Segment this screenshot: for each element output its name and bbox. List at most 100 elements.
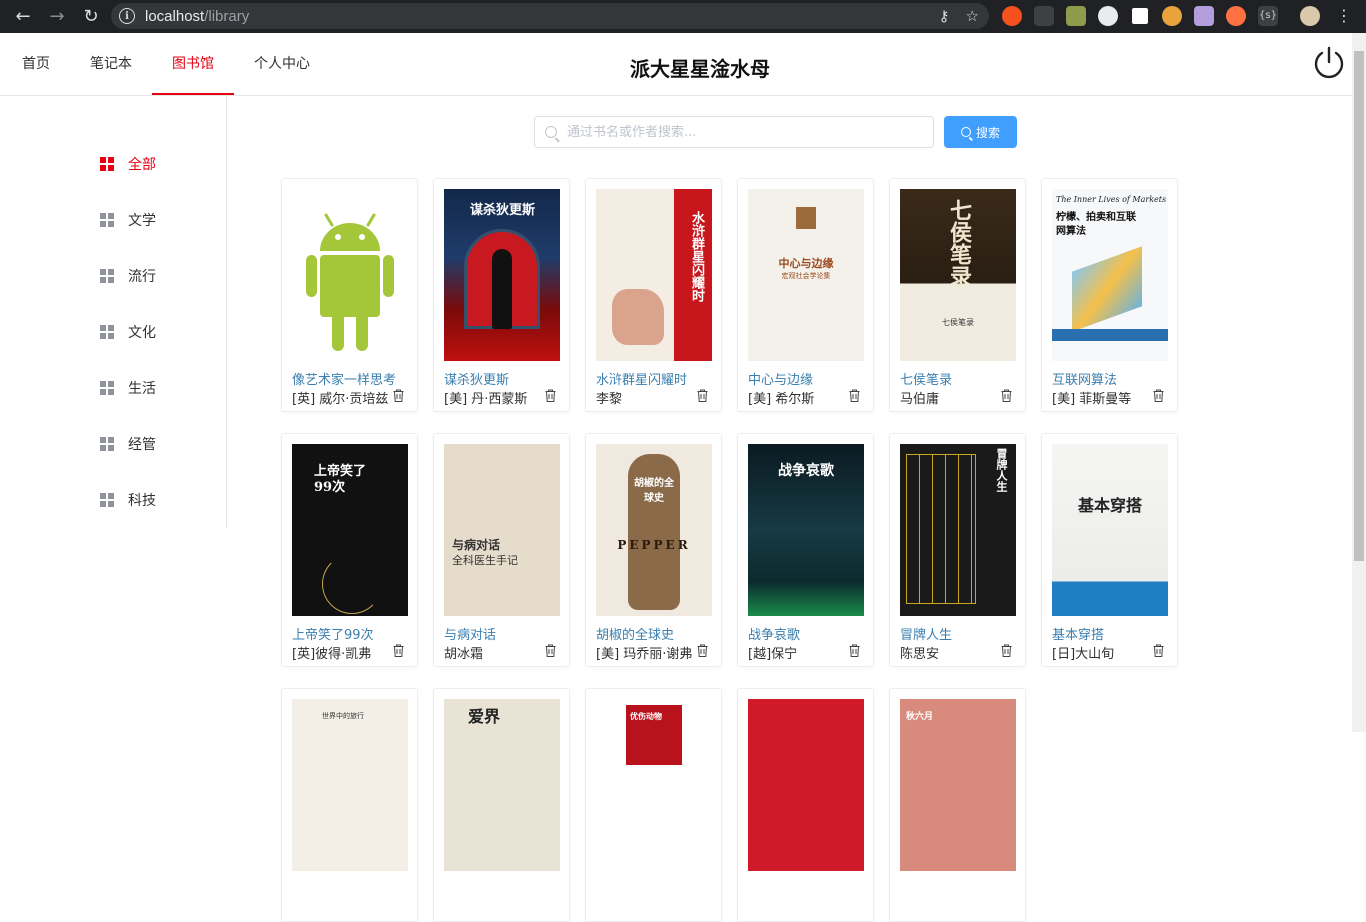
book-cover[interactable]: The Inner Lives of Markets 柠檬、拍卖和互联网算法 [1052, 189, 1168, 361]
book-cover[interactable] [748, 699, 864, 871]
book-title[interactable]: 互联网算法 [1052, 369, 1172, 388]
grid-icon [100, 325, 114, 339]
trash-icon[interactable] [545, 644, 556, 657]
book-card[interactable]: 水浒群星闪耀时 水浒群星闪耀时 李黎 [585, 178, 722, 412]
book-title[interactable]: 水浒群星闪耀时 [596, 369, 716, 388]
forward-arrow-icon[interactable]: → [46, 6, 68, 28]
grid-icon [100, 157, 114, 171]
book-cover[interactable]: 水浒群星闪耀时 [596, 189, 712, 361]
category-life[interactable]: 生活 [100, 378, 156, 398]
back-arrow-icon[interactable]: ← [12, 6, 34, 28]
search-button[interactable]: 搜索 [944, 116, 1017, 148]
page-scrollbar[interactable] [1352, 33, 1366, 732]
book-card[interactable]: 中心与边缘 宏观社会学论集 中心与边缘 [美] 希尔斯 [737, 178, 874, 412]
extension-icon[interactable] [1066, 6, 1086, 26]
book-cover[interactable]: 冒牌人生 [900, 444, 1016, 616]
book-card[interactable]: 爱界 [433, 688, 570, 922]
menu-kebab-icon[interactable]: ⋮ [1334, 6, 1354, 26]
book-cover[interactable]: 上帝笑了99次 [292, 444, 408, 616]
book-card[interactable]: 像艺术家一样思考 [英] 威尔·贡培兹 [281, 178, 418, 412]
book-author: [英] 威尔·贡培兹 [292, 392, 389, 407]
book-title[interactable]: 冒牌人生 [900, 624, 1020, 643]
profile-avatar[interactable] [1300, 6, 1320, 26]
book-title[interactable]: 胡椒的全球史 [596, 624, 716, 643]
book-cover[interactable]: 世界中的旅行 [292, 699, 408, 871]
book-title[interactable]: 中心与边缘 [748, 369, 868, 388]
book-author: [英]彼得·凯弗 [292, 647, 372, 662]
book-card[interactable] [737, 688, 874, 922]
category-popular[interactable]: 流行 [100, 266, 156, 286]
trash-icon[interactable] [1001, 644, 1012, 657]
extension-icon[interactable] [1130, 6, 1150, 26]
book-card[interactable]: 冒牌人生 冒牌人生 陈思安 [889, 433, 1026, 667]
power-icon[interactable] [1312, 46, 1346, 80]
book-author: 马伯庸 [900, 392, 940, 407]
url-text: localhost/library [145, 7, 250, 25]
book-cover[interactable]: 优伤动物 [596, 699, 712, 871]
address-bar[interactable]: i localhost/library ⚷ ☆ [111, 3, 989, 29]
book-card[interactable]: 世界中的旅行 [281, 688, 418, 922]
bookmark-star-icon[interactable]: ☆ [966, 7, 979, 25]
category-technology[interactable]: 科技 [100, 490, 156, 510]
book-card[interactable]: 战争哀歌 战争哀歌 [越]保宁 [737, 433, 874, 667]
book-card[interactable]: 上帝笑了99次 上帝笑了99次 [英]彼得·凯弗 [281, 433, 418, 667]
extension-icon[interactable] [1002, 6, 1022, 26]
book-cover[interactable]: 与病对话 全科医生手记 [444, 444, 560, 616]
site-info-icon[interactable]: i [119, 8, 135, 24]
trash-icon[interactable] [393, 389, 404, 402]
book-title[interactable]: 谋杀狄更斯 [444, 369, 564, 388]
category-culture[interactable]: 文化 [100, 322, 156, 342]
reload-icon[interactable]: ↻ [80, 6, 102, 28]
trash-icon[interactable] [1153, 644, 1164, 657]
grid-icon [100, 437, 114, 451]
extension-icon[interactable] [1194, 6, 1214, 26]
book-cover[interactable]: 秋六月 [900, 699, 1016, 871]
book-card[interactable]: 胡椒的全球史 PEPPER 胡椒的全球史 [美] 玛乔丽·谢弗 [585, 433, 722, 667]
book-cover[interactable]: 中心与边缘 宏观社会学论集 [748, 189, 864, 361]
book-card[interactable]: 与病对话 全科医生手记 与病对话 胡冰霜 [433, 433, 570, 667]
trash-icon[interactable] [1153, 389, 1164, 402]
category-label: 全部 [128, 157, 156, 173]
extension-icon[interactable]: {s} [1258, 6, 1278, 26]
category-literature[interactable]: 文学 [100, 210, 156, 230]
book-cover[interactable]: 谋杀狄更斯 [444, 189, 560, 361]
book-author: [美] 玛乔丽·谢弗 [596, 647, 693, 662]
book-title[interactable]: 像艺术家一样思考 [292, 369, 412, 388]
book-title[interactable]: 上帝笑了99次 [292, 624, 412, 643]
trash-icon[interactable] [849, 644, 860, 657]
trash-icon[interactable] [545, 389, 556, 402]
book-cover[interactable]: 胡椒的全球史 PEPPER [596, 444, 712, 616]
book-title[interactable]: 与病对话 [444, 624, 564, 643]
book-cover[interactable]: 七侯笔录 七侯笔录 [900, 189, 1016, 361]
key-icon[interactable]: ⚷ [939, 7, 950, 25]
app-header: 首页 笔记本 图书馆 个人中心 派大星星淦水母 [0, 33, 1352, 96]
book-cover[interactable]: 战争哀歌 [748, 444, 864, 616]
search-input[interactable] [567, 124, 907, 140]
trash-icon[interactable] [393, 644, 404, 657]
book-author: [美] 希尔斯 [748, 392, 815, 407]
extension-icon[interactable] [1034, 6, 1054, 26]
trash-icon[interactable] [849, 389, 860, 402]
book-card[interactable]: 谋杀狄更斯 谋杀狄更斯 [美] 丹·西蒙斯 [433, 178, 570, 412]
trash-icon[interactable] [1001, 389, 1012, 402]
trash-icon[interactable] [697, 389, 708, 402]
book-title[interactable]: 基本穿搭 [1052, 624, 1172, 643]
book-card[interactable]: 优伤动物 [585, 688, 722, 922]
book-title[interactable]: 战争哀歌 [748, 624, 868, 643]
extension-icon[interactable] [1098, 6, 1118, 26]
book-cover[interactable]: 基本穿搭 [1052, 444, 1168, 616]
book-card[interactable]: 七侯笔录 七侯笔录 七侯笔录 马伯庸 [889, 178, 1026, 412]
trash-icon[interactable] [697, 644, 708, 657]
category-all[interactable]: 全部 [100, 154, 156, 174]
book-cover[interactable]: 爱界 [444, 699, 560, 871]
book-author: 胡冰霜 [444, 647, 484, 662]
extension-icon[interactable] [1162, 6, 1182, 26]
book-card[interactable]: 基本穿搭 基本穿搭 [日]大山旬 [1041, 433, 1178, 667]
scrollbar-thumb[interactable] [1354, 51, 1364, 561]
book-card[interactable]: The Inner Lives of Markets 柠檬、拍卖和互联网算法 互… [1041, 178, 1178, 412]
book-cover[interactable] [292, 189, 408, 361]
book-title[interactable]: 七侯笔录 [900, 369, 1020, 388]
extension-icon[interactable] [1226, 6, 1246, 26]
book-card[interactable]: 秋六月 [889, 688, 1026, 922]
category-management[interactable]: 经管 [100, 434, 156, 454]
